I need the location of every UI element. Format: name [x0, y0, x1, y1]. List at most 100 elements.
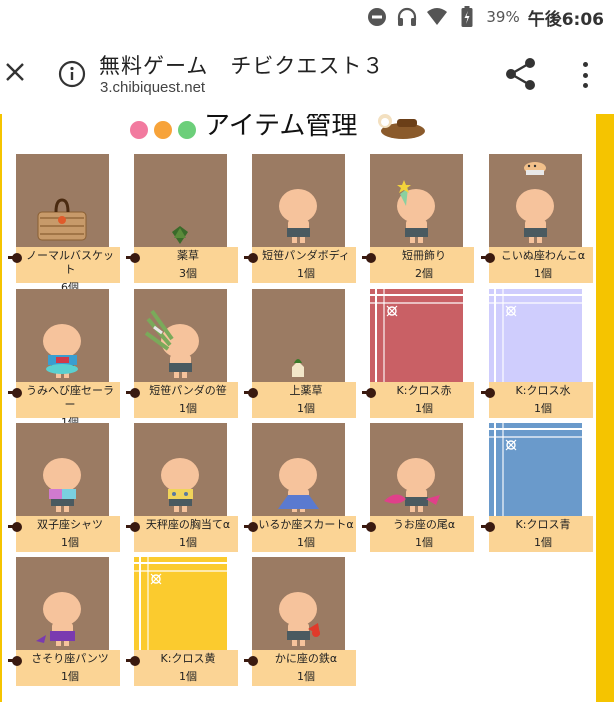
item-card[interactable]: K:クロス青 1個 — [481, 423, 607, 557]
item-image — [489, 289, 582, 382]
item-card[interactable]: ノーマルバスケット 6個 — [8, 154, 134, 294]
item-image — [252, 423, 345, 516]
item-tag: うみへび座セーラー1個 — [8, 382, 120, 429]
item-image — [16, 289, 109, 382]
item-name: 短笹パンダの笹 — [149, 384, 227, 397]
item-count: 2個 — [415, 267, 433, 280]
item-name: 上薬草 — [289, 384, 323, 397]
menu-dot — [582, 62, 588, 67]
item-image — [252, 557, 345, 650]
item-name: K:クロス赤 — [396, 384, 452, 397]
menu-dot — [582, 72, 588, 78]
item-card[interactable]: さそり座パンツ 1個 — [8, 557, 134, 691]
battery-percent: 39% — [486, 8, 520, 26]
item-count: 1個 — [534, 402, 552, 415]
item-count: 1個 — [297, 536, 315, 549]
item-count: 1個 — [61, 536, 79, 549]
item-tag: 上薬草 1個 — [244, 382, 356, 418]
battery-icon — [456, 6, 478, 28]
item-name: 薬草 — [177, 249, 199, 262]
heading-dots — [130, 121, 196, 139]
item-image — [16, 423, 109, 516]
item-image — [134, 423, 227, 516]
item-tag: さそり座パンツ 1個 — [8, 650, 120, 686]
page-title: 無料ゲーム チビクエスト３ — [99, 54, 385, 78]
item-card[interactable]: 薬草 3個 — [126, 154, 252, 288]
item-card[interactable]: 短冊飾り 2個 — [362, 154, 488, 288]
item-count: 1個 — [61, 670, 79, 683]
item-tag: うお座の尾α 1個 — [362, 516, 474, 552]
item-tag: 薬草 3個 — [126, 247, 238, 283]
item-count: 1個 — [534, 536, 552, 549]
headphones-icon — [396, 6, 418, 28]
item-image — [252, 154, 345, 247]
item-count: 1個 — [534, 267, 552, 280]
item-card[interactable]: うお座の尾α 1個 — [362, 423, 488, 557]
status-bar: 39% 午後6:06 — [0, 0, 614, 34]
item-image — [370, 289, 463, 382]
item-image — [489, 423, 582, 516]
clock: 午後6:06 — [527, 9, 604, 30]
item-tag: K:クロス黄 1個 — [126, 650, 238, 686]
item-tag: こいぬ座わんこα 1個 — [481, 247, 593, 283]
item-image — [370, 154, 463, 247]
item-image — [134, 557, 227, 650]
info-icon — [58, 60, 86, 92]
item-image — [16, 557, 109, 650]
item-card[interactable]: いるか座スカートα 1個 — [244, 423, 370, 557]
item-count: 1個 — [297, 670, 315, 683]
item-count: 1個 — [297, 267, 315, 280]
overflow-menu-button[interactable] — [575, 58, 595, 92]
page-url[interactable]: 3.chibiquest.net — [100, 79, 205, 96]
item-name: さそり座パンツ — [31, 652, 109, 665]
item-count: 1個 — [415, 536, 433, 549]
item-tag: 短笹パンダボディ 1個 — [244, 247, 356, 283]
item-card[interactable]: 天秤座の胸当てα 1個 — [126, 423, 252, 557]
item-tag: ノーマルバスケット 6個 — [8, 247, 120, 294]
item-card[interactable]: K:クロス水 1個 — [481, 289, 607, 423]
item-name: 短冊飾り — [402, 249, 446, 262]
item-card[interactable]: K:クロス黄 1個 — [126, 557, 252, 691]
item-card[interactable]: 短笹パンダの笹 1個 — [126, 289, 252, 423]
item-name: 短笹パンダボディ — [262, 249, 350, 262]
site-info-button[interactable] — [58, 60, 86, 88]
item-count: 1個 — [297, 402, 315, 415]
item-tag: 短冊飾り 2個 — [362, 247, 474, 283]
page-border-left — [0, 114, 2, 702]
heading-dot-orange — [154, 121, 172, 139]
item-card[interactable]: こいぬ座わんこα 1個 — [481, 154, 607, 288]
item-name: かに座の鉄α — [274, 652, 338, 665]
item-image — [134, 289, 227, 382]
item-image — [489, 154, 582, 247]
item-image — [370, 423, 463, 516]
item-name: うお座の尾α — [392, 518, 456, 531]
item-image — [134, 154, 227, 247]
share-button[interactable] — [502, 55, 540, 93]
item-count: 1個 — [415, 402, 433, 415]
section-heading: アイテム管理 — [130, 114, 427, 141]
wifi-icon — [426, 6, 448, 28]
share-icon — [502, 58, 540, 97]
item-name: 双子座シャツ — [37, 518, 103, 531]
item-name: K:クロス青 — [515, 518, 571, 531]
item-image — [16, 154, 109, 247]
heading-dot-pink — [130, 121, 148, 139]
item-card[interactable]: K:クロス赤 1個 — [362, 289, 488, 423]
item-tag: 双子座シャツ 1個 — [8, 516, 120, 552]
close-tab-button[interactable] — [0, 52, 30, 96]
heading-title: アイテム管理 — [204, 114, 358, 141]
item-name: ノーマルバスケット — [26, 249, 114, 276]
item-image — [252, 289, 345, 382]
item-card[interactable]: うみへび座セーラー1個 — [8, 289, 134, 429]
browser-toolbar: 無料ゲーム チビクエスト３ 3.chibiquest.net — [0, 34, 614, 114]
item-count: 1個 — [179, 402, 197, 415]
item-card[interactable]: かに座の鉄α 1個 — [244, 557, 370, 691]
bear-mascot-icon — [367, 114, 427, 139]
item-tag: 短笹パンダの笹 1個 — [126, 382, 238, 418]
item-card[interactable]: 双子座シャツ 1個 — [8, 423, 134, 557]
item-card[interactable]: 上薬草 1個 — [244, 289, 370, 423]
item-card[interactable]: 短笹パンダボディ 1個 — [244, 154, 370, 288]
item-count: 1個 — [179, 536, 197, 549]
menu-dot — [582, 83, 588, 88]
item-tag: K:クロス青 1個 — [481, 516, 593, 552]
